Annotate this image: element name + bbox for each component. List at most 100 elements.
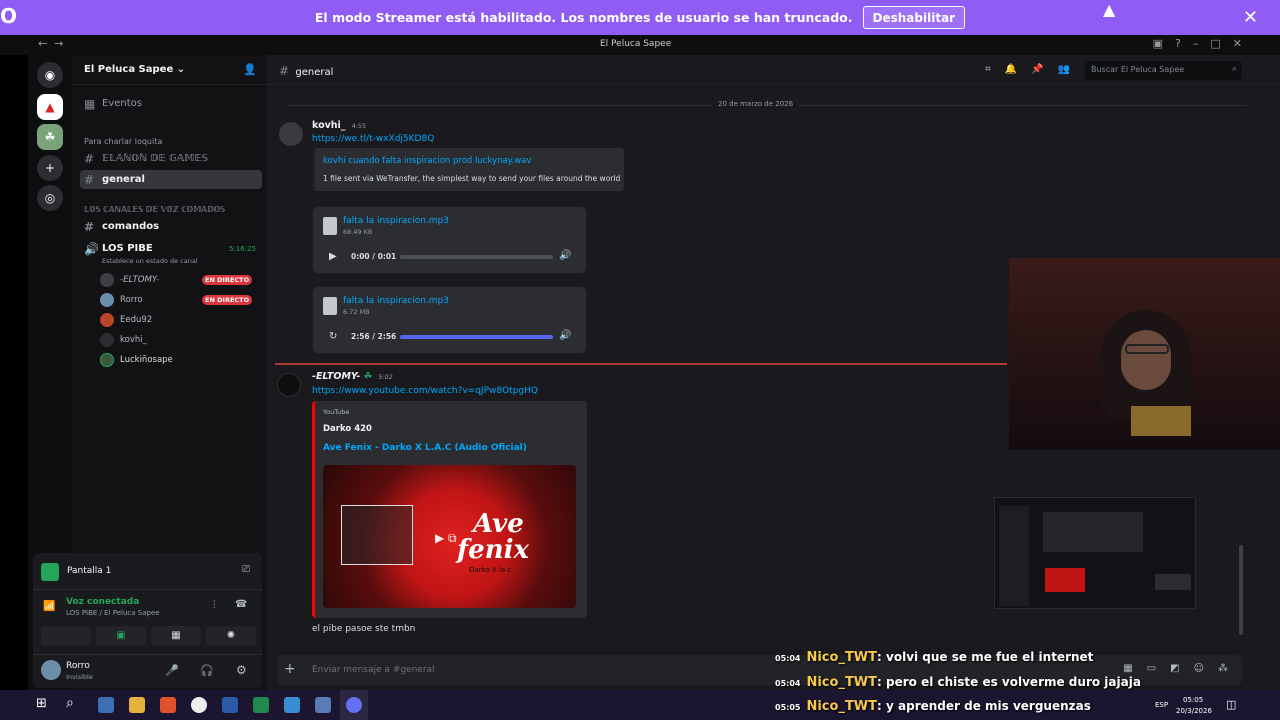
audio-progress-track[interactable] xyxy=(400,255,553,259)
word-icon[interactable] xyxy=(222,697,238,713)
message-time: 4:55 xyxy=(351,122,367,130)
avatar[interactable] xyxy=(41,660,61,680)
server-icon-1[interactable]: ▲ xyxy=(37,94,63,120)
threads-icon[interactable]: ⌗ xyxy=(985,64,991,75)
clock-date[interactable]: 20/3/2026 xyxy=(1176,707,1212,715)
close-icon[interactable]: ✕ xyxy=(1243,7,1258,28)
play-video-icon[interactable]: ▶ ⧉ xyxy=(435,531,457,546)
voice-user[interactable]: kovhi_ xyxy=(100,331,147,349)
obs-logo-icon: O xyxy=(0,4,18,28)
members-icon[interactable]: 👥 xyxy=(1058,64,1070,75)
badge-icon: ☘ xyxy=(363,371,373,382)
category-label[interactable]: Para charlar loquita xyxy=(84,137,162,146)
sidebar-item-events[interactable]: ▦ Eventos xyxy=(80,94,262,113)
emoji-icon[interactable]: ☺ xyxy=(1194,663,1204,674)
category-label[interactable]: 𝕃𝕆𝕊 ℂ𝔸ℕ𝔸𝕃𝔼𝕊 𝔻𝔼 𝕍𝕆ℤ ℂ𝕆𝕄𝔸𝔻𝕆𝕊 xyxy=(84,205,225,214)
channel-item[interactable]: # 𝔼𝕃𝔸ℕ𝕆ℕ 𝔻𝔼 𝔾𝔸𝕄𝔼𝕊 xyxy=(80,149,262,168)
voice-user[interactable]: Eedu92 xyxy=(100,311,152,329)
noise-icon[interactable]: ⫶ xyxy=(213,600,216,611)
channel-item-general[interactable]: # general xyxy=(80,170,262,189)
minimize-icon[interactable]: – xyxy=(1193,37,1199,50)
inbox-icon[interactable]: ▣ xyxy=(1153,37,1163,50)
gif-icon[interactable]: ▭ xyxy=(1147,663,1156,674)
embed-title[interactable]: Ave Fenix - Darko X L.A.C (Audio Oficial… xyxy=(323,443,527,453)
live-badge: EN DIRECTO xyxy=(202,295,253,305)
voice-connected-label[interactable]: Voz conectada xyxy=(66,597,139,607)
voice-user[interactable]: -ELTOMY- xyxy=(100,271,159,289)
explorer-icon[interactable] xyxy=(129,697,145,713)
audio-file-size: 68.49 KB xyxy=(343,228,373,236)
thumbnail-line2: fenix xyxy=(457,535,530,565)
excel-icon[interactable] xyxy=(253,697,269,713)
replay-icon[interactable]: ↻ xyxy=(329,331,337,342)
pin-icon[interactable]: 📌 xyxy=(1031,64,1043,75)
server-icon-2[interactable]: ☘ xyxy=(37,124,63,150)
activities-icon[interactable]: ⁂ xyxy=(1218,663,1228,674)
discord-home-icon[interactable]: ◉ xyxy=(37,62,63,88)
message-link[interactable]: https://we.tl/t-wxXdj5KD8Q xyxy=(312,134,434,144)
bell-icon[interactable]: 🔔 xyxy=(1005,64,1017,75)
headset-icon[interactable]: 🎧 xyxy=(200,664,214,677)
brave-icon[interactable] xyxy=(160,697,176,713)
author-name: kovhi_ xyxy=(312,120,346,131)
audio-file-name[interactable]: falta la inspiracion.mp3 xyxy=(343,296,449,306)
audio-file-name[interactable]: falta la inspiracion.mp3 xyxy=(343,216,449,226)
voice-channel-item[interactable]: 🔊 LOS PIBE 5:16:25 xyxy=(80,239,262,258)
help-icon[interactable]: ? xyxy=(1175,37,1181,50)
search-placeholder: Buscar El Peluca Sapee xyxy=(1091,65,1185,74)
soundboard-button[interactable]: ✺ xyxy=(206,626,256,646)
clock-time[interactable]: 05:05 xyxy=(1183,696,1203,704)
header-icons: ⌗ 🔔 📌 👥 xyxy=(985,64,1070,75)
taskview-icon[interactable] xyxy=(98,697,114,713)
embed-author[interactable]: Darko 420 xyxy=(323,424,372,434)
sticker-icon[interactable]: ◩ xyxy=(1170,663,1179,674)
share-screen-button[interactable]: ▣ xyxy=(96,626,146,646)
embed-title[interactable]: kovhi cuando falta inspiracion prod luck… xyxy=(323,156,531,166)
app-icon[interactable] xyxy=(284,697,300,713)
server-header[interactable]: El Peluca Sapee ⌄ 👤 xyxy=(72,55,267,85)
disconnect-icon[interactable]: ☎ xyxy=(235,599,247,610)
stop-stream-icon[interactable]: ⎚ xyxy=(242,564,250,575)
message-link[interactable]: https://www.youtube.com/watch?v=qJPw8Otp… xyxy=(312,386,538,396)
camera-button[interactable] xyxy=(41,626,91,646)
video-thumbnail[interactable]: ▶ ⧉ Ave fenix Darko X la c xyxy=(323,465,576,608)
avatar[interactable] xyxy=(277,373,301,397)
audio-progress-track[interactable] xyxy=(400,335,553,339)
voice-status-text[interactable]: Establece un estado de canal xyxy=(102,257,198,265)
voice-user[interactable]: Luckiñosape xyxy=(100,351,173,369)
voice-user[interactable]: Rorro xyxy=(100,291,143,309)
voice-channel-label: LOS PIBE xyxy=(102,243,153,254)
play-icon[interactable]: ▶ xyxy=(329,251,337,262)
volume-icon[interactable]: 🔊 xyxy=(559,250,571,261)
app-icon[interactable] xyxy=(315,697,331,713)
back-forward-icon[interactable]: ← → xyxy=(38,37,63,50)
search-taskbar-icon[interactable]: ⌕ xyxy=(66,695,74,711)
audio-progress-fill xyxy=(400,335,553,339)
message-input[interactable]: Enviar mensaje a #general xyxy=(312,665,435,675)
mic-icon[interactable]: 🎤 xyxy=(165,664,179,677)
close-window-icon[interactable]: ✕ xyxy=(1233,37,1242,50)
discover-icon[interactable]: ◎ xyxy=(37,185,63,211)
apps-icon[interactable]: ▦ xyxy=(1123,663,1132,674)
hash-icon: # xyxy=(84,172,95,187)
search-input[interactable]: Buscar El Peluca Sapee ⌕ xyxy=(1085,61,1242,80)
chat-scrollbar[interactable] xyxy=(1239,545,1243,635)
language-indicator[interactable]: ESP xyxy=(1155,701,1168,709)
maximize-icon[interactable]: □ xyxy=(1210,37,1220,50)
add-server-icon[interactable]: + xyxy=(37,155,63,181)
invite-icon[interactable]: 👤 xyxy=(243,63,257,76)
avatar[interactable] xyxy=(279,122,303,146)
obs-icon[interactable] xyxy=(191,697,207,713)
channel-item-comandos[interactable]: # comandos xyxy=(80,217,262,236)
disable-streamer-button[interactable]: Deshabilitar xyxy=(862,6,966,29)
voice-user-name: Eedu92 xyxy=(120,315,153,325)
message-author[interactable]: -ELTOMY- ☘ 5:02 xyxy=(312,371,393,382)
activities-button[interactable]: ▦ xyxy=(151,626,201,646)
message-author[interactable]: kovhi_ 4:55 xyxy=(312,120,366,131)
windows-start-icon[interactable]: ⊞ xyxy=(36,696,47,711)
notification-icon[interactable]: ◫ xyxy=(1226,698,1236,711)
settings-gear-icon[interactable]: ⚙ xyxy=(236,663,247,677)
add-attachment-icon[interactable]: + xyxy=(284,661,296,677)
volume-icon[interactable]: 🔊 xyxy=(559,330,571,341)
chat-timestamp: 05:05 xyxy=(775,703,801,712)
